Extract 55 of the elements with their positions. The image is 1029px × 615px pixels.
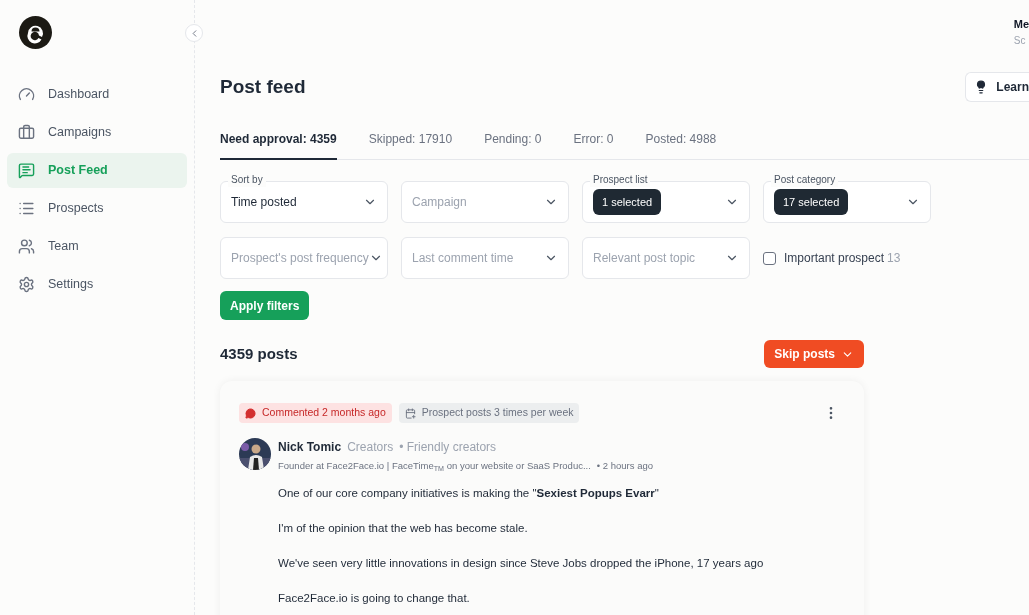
frequency-tag: Prospect posts 3 times per week (398, 403, 580, 423)
post-time: • 2 hours ago (596, 459, 653, 473)
gauge-icon (18, 86, 35, 103)
learn-button[interactable]: Learn (965, 72, 1029, 102)
post-count: 4359 posts (220, 343, 298, 364)
chat-bubble-icon (245, 407, 256, 419)
user-name: Me (1013, 17, 1029, 32)
tab[interactable]: Pending: 0 (484, 130, 542, 160)
filter-label: Prospect list (590, 173, 651, 187)
filter-placeholder: Relevant post topic (593, 250, 696, 267)
filter-value: Time posted (231, 194, 297, 211)
users-icon (18, 238, 35, 255)
sidebar-item[interactable]: Settings (7, 267, 187, 302)
selection-chip: 17 selected (774, 188, 849, 216)
tab[interactable]: Posted: 4988 (645, 130, 717, 160)
sidebar-item[interactable]: Post Feed (7, 153, 187, 188)
tab[interactable]: Error: 0 (573, 130, 614, 160)
sidebar-item[interactable]: Prospects (7, 191, 187, 226)
settings-icon (18, 276, 35, 293)
filter-label: Post category (771, 173, 839, 187)
comment-tag: Commented 2 months ago (239, 403, 392, 423)
checkbox[interactable] (763, 251, 776, 265)
author-name: Nick Tomic (278, 439, 342, 456)
filter-dropdown[interactable]: Prospect's post frequency (220, 237, 388, 279)
filter-dropdown[interactable]: Relevant post topic (582, 237, 750, 279)
author-headline: Founder at Face2Face.io | FaceTime$_{TM}$ on your website or SaaS Produc... (278, 459, 591, 474)
filter-dropdown[interactable]: Campaign (401, 181, 569, 223)
filter-placeholder: Last comment time (412, 250, 514, 267)
post-paragraph: Face2Face.io is going to change that. (278, 591, 471, 607)
filter-placeholder: Prospect's post frequency (231, 250, 369, 267)
briefcase-icon (18, 124, 35, 141)
sidebar-item[interactable]: Campaigns (7, 115, 187, 150)
selection-chip: 1 selected (593, 188, 662, 216)
list-icon (18, 200, 35, 217)
page-title: Post feed (220, 74, 306, 99)
filter-label: Sort by (228, 173, 266, 187)
tab[interactable]: Skipped: 17910 (368, 130, 453, 160)
apply-filters-button[interactable]: Apply filters (220, 291, 310, 320)
prospect-count: 13 (887, 250, 901, 267)
calendar-icon (404, 407, 416, 419)
tab[interactable]: Need approval: 4359 (220, 130, 337, 160)
logo-icon (19, 16, 52, 49)
skip-posts-button[interactable]: Skip posts (764, 340, 864, 368)
user-subtitle: Sc (1013, 33, 1026, 48)
author-group: Creators (347, 438, 394, 456)
post-paragraph: I'm of the opinion that the web has become stale. (278, 521, 529, 537)
sidebar-item[interactable]: Team (7, 229, 187, 264)
filter-placeholder: Campaign (412, 194, 467, 211)
post-paragraph: We've seen very little innovations in design since Steve Jobs dropped the iPhone, 17 years ago (278, 556, 765, 572)
chat-icon (18, 162, 35, 179)
post-paragraph: One of our core company initiatives is making the "Sexiest Popups Evarr" (278, 486, 660, 502)
filter-dropdown[interactable]: Last comment time (401, 237, 569, 279)
author-category: • Friendly creators (399, 439, 497, 456)
sidebar-item[interactable]: Dashboard (7, 77, 187, 112)
checkbox-label: Important prospect (784, 250, 885, 267)
